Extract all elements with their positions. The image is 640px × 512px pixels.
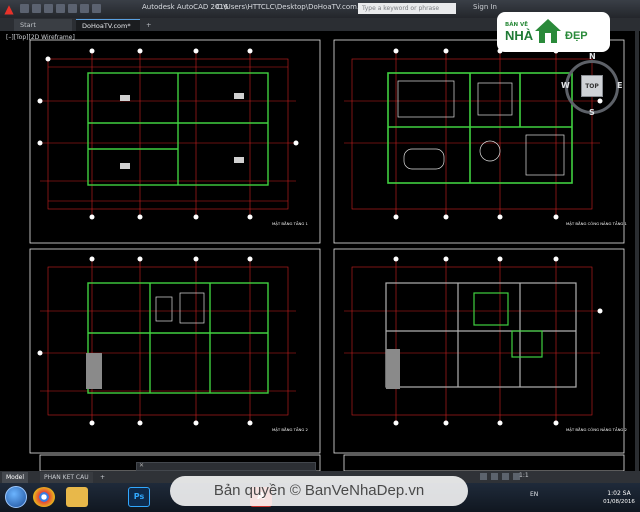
sheet-title-3: MẶT BẰNG TẦNG 2 [272, 427, 308, 432]
cad-drawing: MẶT BẰNG TẦNG 1 MẶT BẰNG CÔNG NĂNG TẦNG … [29, 39, 628, 471]
compass-north[interactable]: N [589, 52, 596, 61]
sheet-frame-3 [29, 248, 321, 454]
sheet-title-4: MẶT BẰNG CÔNG NĂNG TẦNG 2 [566, 427, 628, 432]
sheet-frame-1 [29, 39, 321, 244]
autocad-logo-icon[interactable]: ▲ [2, 2, 16, 16]
new-layout-button[interactable]: + [96, 472, 109, 483]
start-button[interactable] [5, 486, 27, 508]
new-icon[interactable] [20, 4, 29, 13]
new-tab-button[interactable]: + [143, 19, 155, 31]
redo-icon[interactable] [92, 4, 101, 13]
close-icon[interactable]: ✕ [139, 462, 144, 469]
language-indicator[interactable]: EN [530, 491, 538, 498]
compass-south[interactable]: S [589, 108, 595, 117]
clock-time[interactable]: 1:02 SA [602, 490, 636, 497]
copyright-watermark: Bản quyền © BanVeNhaDep.vn [170, 476, 468, 506]
tab-document[interactable]: DoHoaTV.com* [76, 19, 140, 31]
clock-date[interactable]: 01/08/2016 [600, 499, 638, 505]
sheet-frame-4 [333, 248, 625, 454]
photoshop-icon[interactable]: Ps [128, 487, 150, 507]
watermark-line3: ĐẸP [565, 30, 588, 42]
viewcube[interactable]: TOP N S W E [561, 52, 623, 118]
chrome-icon[interactable] [33, 487, 55, 507]
snap-icon[interactable] [480, 473, 487, 480]
undo-icon[interactable] [80, 4, 89, 13]
command-line[interactable]: ✕ [136, 462, 316, 471]
watermark-line2: NHÀ [505, 28, 534, 43]
plot-icon[interactable] [68, 4, 77, 13]
house-logo-icon [535, 19, 561, 43]
save-icon[interactable] [44, 4, 53, 13]
layout-tab-sheet[interactable]: PHAN KET CAU [40, 472, 93, 483]
compass-west[interactable]: W [561, 81, 570, 90]
open-icon[interactable] [32, 4, 41, 13]
save-as-icon[interactable] [56, 4, 65, 13]
status-tools [480, 473, 520, 480]
tab-start[interactable]: Start [14, 19, 72, 31]
viewcube-top-face[interactable]: TOP [581, 75, 603, 97]
sheet-title-1: MẶT BẰNG TẦNG 1 [272, 221, 308, 226]
quick-access-toolbar [20, 4, 101, 13]
sign-in-label[interactable]: Sign In [473, 3, 497, 11]
layout-tab-model[interactable]: Model [2, 472, 29, 483]
navigation-bar-edge [635, 31, 639, 471]
watermark-logo: BẢN VẼ NHÀ ĐẸP [497, 12, 610, 52]
document-path: C:\Users\HTTCLC\Desktop\DoHoaTV.com.dwg [216, 3, 374, 11]
sheet-title-2: MẶT BẰNG CÔNG NĂNG TẦNG 1 [566, 221, 628, 226]
search-input[interactable]: Type a keyword or phrase [358, 3, 456, 14]
annotation-scale[interactable]: 1:1 [519, 472, 529, 479]
drawing-viewport[interactable]: MẶT BẰNG TẦNG 1 MẶT BẰNG CÔNG NĂNG TẦNG … [0, 31, 640, 471]
ortho-icon[interactable] [502, 473, 509, 480]
viewport-controls-label[interactable]: [–][Top][2D Wireframe] [6, 34, 75, 41]
grid-icon[interactable] [491, 473, 498, 480]
folder-icon[interactable] [66, 487, 88, 507]
autocad-window: ▲ Autodesk AutoCAD 2016 C:\Users\HTTCLC\… [0, 0, 640, 512]
compass-east[interactable]: E [617, 81, 622, 90]
